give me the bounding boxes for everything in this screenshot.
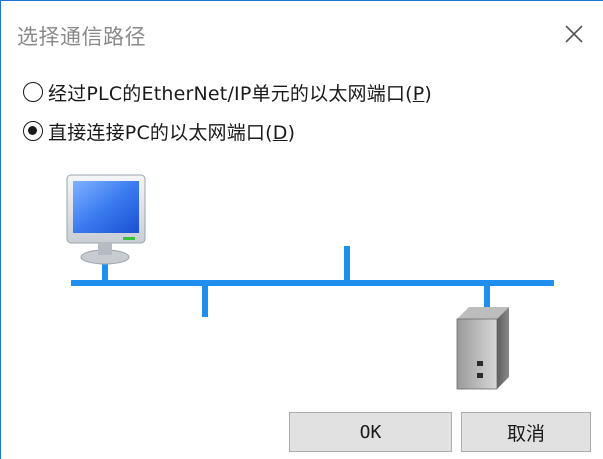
pc-tower-icon [456,307,509,390]
option-via-plc-ethernet-ip[interactable]: 经过PLC的EtherNet/IP单元的以太网端口(P) [23,78,432,106]
monitor-icon [66,174,146,265]
drop-node-2 [344,246,350,281]
cancel-button[interactable]: 取消 [461,412,591,452]
network-bus [71,246,554,317]
option-direct-pc-ethernet[interactable]: 直接连接PC的以太网端口(D) [23,117,295,145]
radio-direct-pc-ethernet[interactable] [23,121,43,141]
select-communication-path-dialog: 选择通信路径 经过PLC的EtherNet/IP单元的以太网端口(P) 直接连接… [0,0,603,459]
network-diagram [66,174,554,390]
option-via-plc-ethernet-ip-label: 经过PLC的EtherNet/IP单元的以太网端口(P) [48,82,433,105]
ethernet-line [71,280,554,286]
ok-button[interactable]: OK [289,412,452,452]
drop-node-1 [202,285,208,317]
radio-via-plc-ethernet-ip[interactable] [23,82,43,102]
option-direct-pc-ethernet-label: 直接连接PC的以太网端口(D) [48,121,296,144]
close-icon [565,25,583,43]
drop-pc-tower [484,285,490,307]
title-bar: 选择通信路径 [1,1,603,63]
dialog-title: 选择通信路径 [17,25,146,49]
close-button[interactable] [559,19,589,49]
